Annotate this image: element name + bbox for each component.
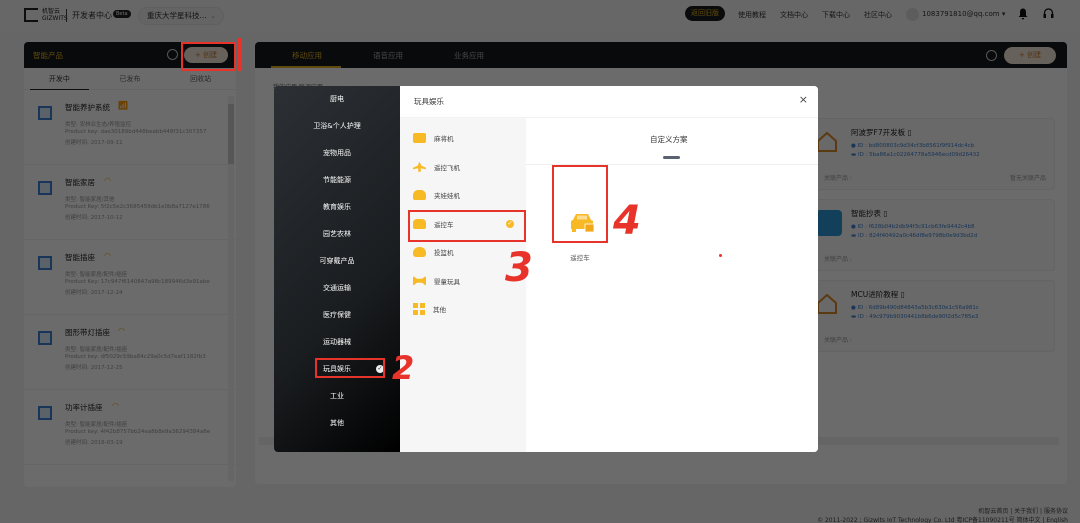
category-item[interactable]: 园艺农林 [274,221,400,248]
subcategory-label: 夹娃娃机 [434,192,460,201]
scheme-card-label: 遥控车 [570,254,590,262]
annotation-number-2: 2 [392,349,415,387]
annotation-dot [719,254,722,257]
subcategory-panel: 玩具娱乐 麻将机 遥控飞机 夹娃娃机 遥控车 ✓ 投篮机 婴童玩具 其他 自定义方… [400,86,818,452]
category-item[interactable]: 运动器械 [274,329,400,356]
category-item[interactable]: 医疗保健 [274,302,400,329]
category-item[interactable]: 其他 [274,410,400,437]
annotation-box-create [181,42,236,71]
category-item[interactable]: 可穿戴产品 [274,248,400,275]
category-item[interactable]: 卫浴&个人护理 [274,113,400,140]
product-category-modal: 厨电 卫浴&个人护理 宠物用品 节能能源 教育娱乐 园艺农林 可穿戴产品 交通运… [274,86,818,452]
basketball-machine-icon [413,247,426,258]
subcategory-label: 婴童玩具 [434,277,460,286]
annotation-number-4: 4 [613,198,641,244]
subcategory-label: 投篮机 [434,249,454,258]
annotation-box-category [315,358,385,378]
category-item[interactable]: 节能能源 [274,167,400,194]
grid-icon [413,303,425,316]
subcategory-item[interactable]: 麻将机 [400,124,526,153]
category-item[interactable]: 宠物用品 [274,140,400,167]
annotation-box-subcategory [408,210,526,242]
subcategory-label: 其他 [433,306,446,315]
subcategory-item[interactable]: 遥控飞机 [400,153,526,182]
rc-plane-icon [413,161,426,172]
subcategory-label: 遥控飞机 [434,163,460,172]
annotation-number-3: 3 [505,245,533,291]
annotation-box-scheme [552,165,608,243]
claw-machine-icon [413,190,426,201]
category-item[interactable]: 交通运输 [274,275,400,302]
subcategory-label: 麻将机 [434,135,454,144]
category-item[interactable]: 工业 [274,383,400,410]
mahjong-machine-icon [413,133,426,144]
baby-toy-icon [413,275,426,286]
subcategory-item[interactable]: 其他 [400,295,526,324]
annotation-mark-1 [238,38,241,71]
subcategory-header: 玩具娱乐 [400,86,818,118]
subcategory-item[interactable]: 夹娃娃机 [400,181,526,210]
close-icon[interactable]: × [799,93,808,106]
tab-custom-scheme[interactable]: 自定义方案 [650,134,688,145]
active-tab-indicator [663,156,680,159]
category-list: 厨电 卫浴&个人护理 宠物用品 节能能源 教育娱乐 园艺农林 可穿戴产品 交通运… [274,86,400,452]
category-item[interactable]: 教育娱乐 [274,194,400,221]
category-item[interactable]: 厨电 [274,86,400,113]
